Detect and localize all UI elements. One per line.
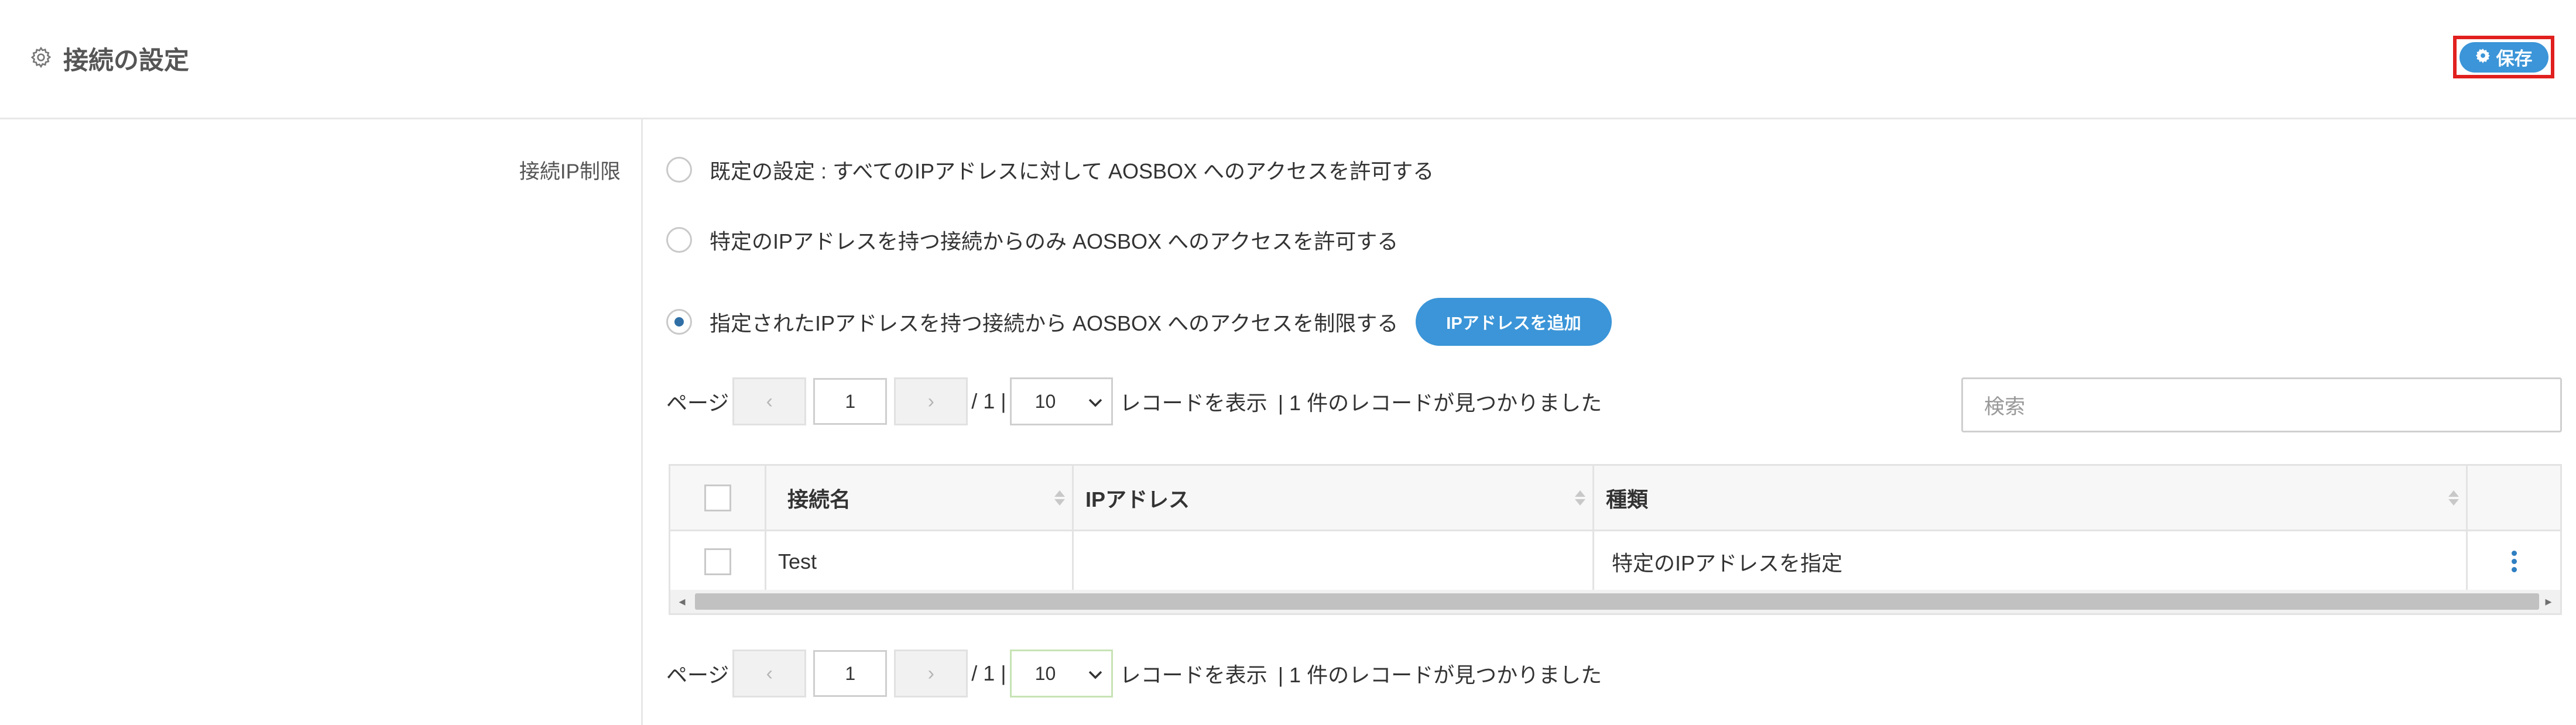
scroll-left-icon[interactable]: ◂ bbox=[670, 590, 694, 613]
section-divider bbox=[641, 119, 643, 725]
prev-page-button[interactable]: ‹ bbox=[732, 377, 807, 425]
radio-label: 既定の設定 : すべてのIPアドレスに対して AOSBOX へのアクセスを許可す… bbox=[710, 159, 1434, 183]
next-page-button[interactable]: › bbox=[894, 377, 968, 425]
cell-name: Test bbox=[766, 531, 1074, 592]
cell-type: 特定のIPアドレスを指定 bbox=[1594, 531, 2468, 592]
save-button-highlight: 保存 bbox=[2453, 36, 2554, 78]
records-found-text: | 1 件のレコードが見つかりました bbox=[1277, 663, 1602, 687]
records-found-text: | 1 件のレコードが見つかりました bbox=[1277, 391, 1602, 415]
kebab-menu-icon[interactable] bbox=[2511, 551, 2517, 572]
page-header: 接続の設定 保存 bbox=[0, 0, 2576, 119]
cell-actions bbox=[2468, 531, 2560, 592]
add-ip-button[interactable]: IPアドレスを追加 bbox=[1416, 298, 1612, 346]
records-label: レコードを表示 bbox=[1119, 391, 1268, 415]
prev-page-button[interactable]: ‹ bbox=[732, 650, 807, 697]
per-page-select[interactable]: 10 bbox=[1009, 377, 1113, 425]
per-page-value: 10 bbox=[1034, 662, 1056, 684]
select-all-checkbox[interactable] bbox=[704, 484, 731, 511]
gear-outline-icon bbox=[29, 46, 53, 72]
radio-button-selected[interactable] bbox=[666, 309, 692, 335]
pagination-top: ページ ‹ 1 › / 1 | 10 レコードを表示 | 1 件のレコードが見つ… bbox=[666, 376, 1602, 427]
connection-type: 特定のIPアドレスを指定 bbox=[1612, 551, 1843, 575]
radio-label: 指定されたIPアドレスを持つ接続から AOSBOX へのアクセスを制限する bbox=[710, 311, 1399, 335]
chevron-down-icon bbox=[1088, 391, 1103, 413]
chevron-down-icon bbox=[1088, 663, 1103, 685]
pagination-bottom: ページ ‹ 1 › / 1 | 10 レコードを表示 | 1 件のレコードが見つ… bbox=[666, 648, 1602, 699]
save-button[interactable]: 保存 bbox=[2459, 42, 2548, 73]
search-input[interactable]: 検索 bbox=[1961, 377, 2562, 432]
per-page-select[interactable]: 10 bbox=[1009, 650, 1113, 697]
radio-option-restrict-specific[interactable]: 指定されたIPアドレスを持つ接続から AOSBOX へのアクセスを制限する IP… bbox=[666, 298, 1612, 346]
radio-button[interactable] bbox=[666, 227, 692, 253]
row-checkbox[interactable] bbox=[704, 548, 731, 575]
row-select-cell bbox=[670, 531, 766, 592]
connections-table: 接続名 IPアドレス 種類 Test 特定のIPアドレスを指定 ◂ ▸ bbox=[669, 464, 2562, 615]
gear-icon bbox=[2475, 47, 2491, 68]
connection-name: Test bbox=[778, 549, 817, 573]
radio-option-default[interactable]: 既定の設定 : すべてのIPアドレスに対して AOSBOX へのアクセスを許可す… bbox=[666, 152, 1434, 187]
column-header-label: 種類 bbox=[1606, 487, 1649, 511]
save-button-label: 保存 bbox=[2496, 49, 2533, 69]
cell-ip bbox=[1074, 531, 1594, 592]
page-total: / 1 | bbox=[971, 661, 1006, 685]
radio-button[interactable] bbox=[666, 157, 692, 183]
column-header-type[interactable]: 種類 bbox=[1594, 466, 2468, 530]
select-all-cell bbox=[670, 466, 766, 530]
records-label: レコードを表示 bbox=[1119, 663, 1268, 687]
page-number-input[interactable]: 1 bbox=[813, 650, 888, 697]
next-page-button[interactable]: › bbox=[894, 650, 968, 697]
radio-option-allow-specific[interactable]: 特定のIPアドレスを持つ接続からのみ AOSBOX へのアクセスを許可する bbox=[666, 222, 1398, 257]
table-row[interactable]: Test 特定のIPアドレスを指定 bbox=[670, 531, 2560, 592]
sort-icon bbox=[1575, 490, 1585, 506]
column-header-ip[interactable]: IPアドレス bbox=[1074, 466, 1594, 530]
actions-header bbox=[2468, 466, 2560, 530]
radio-selected-dot bbox=[674, 317, 684, 327]
page-number-input[interactable]: 1 bbox=[813, 378, 888, 425]
page-title: 接続の設定 bbox=[29, 41, 189, 76]
radio-label: 特定のIPアドレスを持つ接続からのみ AOSBOX へのアクセスを許可する bbox=[710, 229, 1399, 253]
column-header-name[interactable]: 接続名 bbox=[766, 466, 1074, 530]
ip-restriction-label: 接続IP制限 bbox=[519, 160, 621, 183]
table-header: 接続名 IPアドレス 種類 bbox=[670, 466, 2560, 531]
page-label: ページ bbox=[666, 391, 729, 415]
page-label: ページ bbox=[666, 663, 729, 687]
page-title-text: 接続の設定 bbox=[63, 47, 189, 75]
sort-icon bbox=[2448, 490, 2459, 506]
per-page-value: 10 bbox=[1034, 390, 1056, 412]
sort-icon bbox=[1054, 490, 1065, 506]
scroll-right-icon[interactable]: ▸ bbox=[2537, 590, 2560, 613]
column-header-label: IPアドレス bbox=[1085, 487, 1190, 511]
page-total: / 1 | bbox=[971, 389, 1006, 413]
scrollbar-thumb[interactable] bbox=[695, 593, 2539, 610]
column-header-label: 接続名 bbox=[787, 487, 851, 511]
horizontal-scrollbar[interactable]: ◂ ▸ bbox=[670, 590, 2560, 613]
